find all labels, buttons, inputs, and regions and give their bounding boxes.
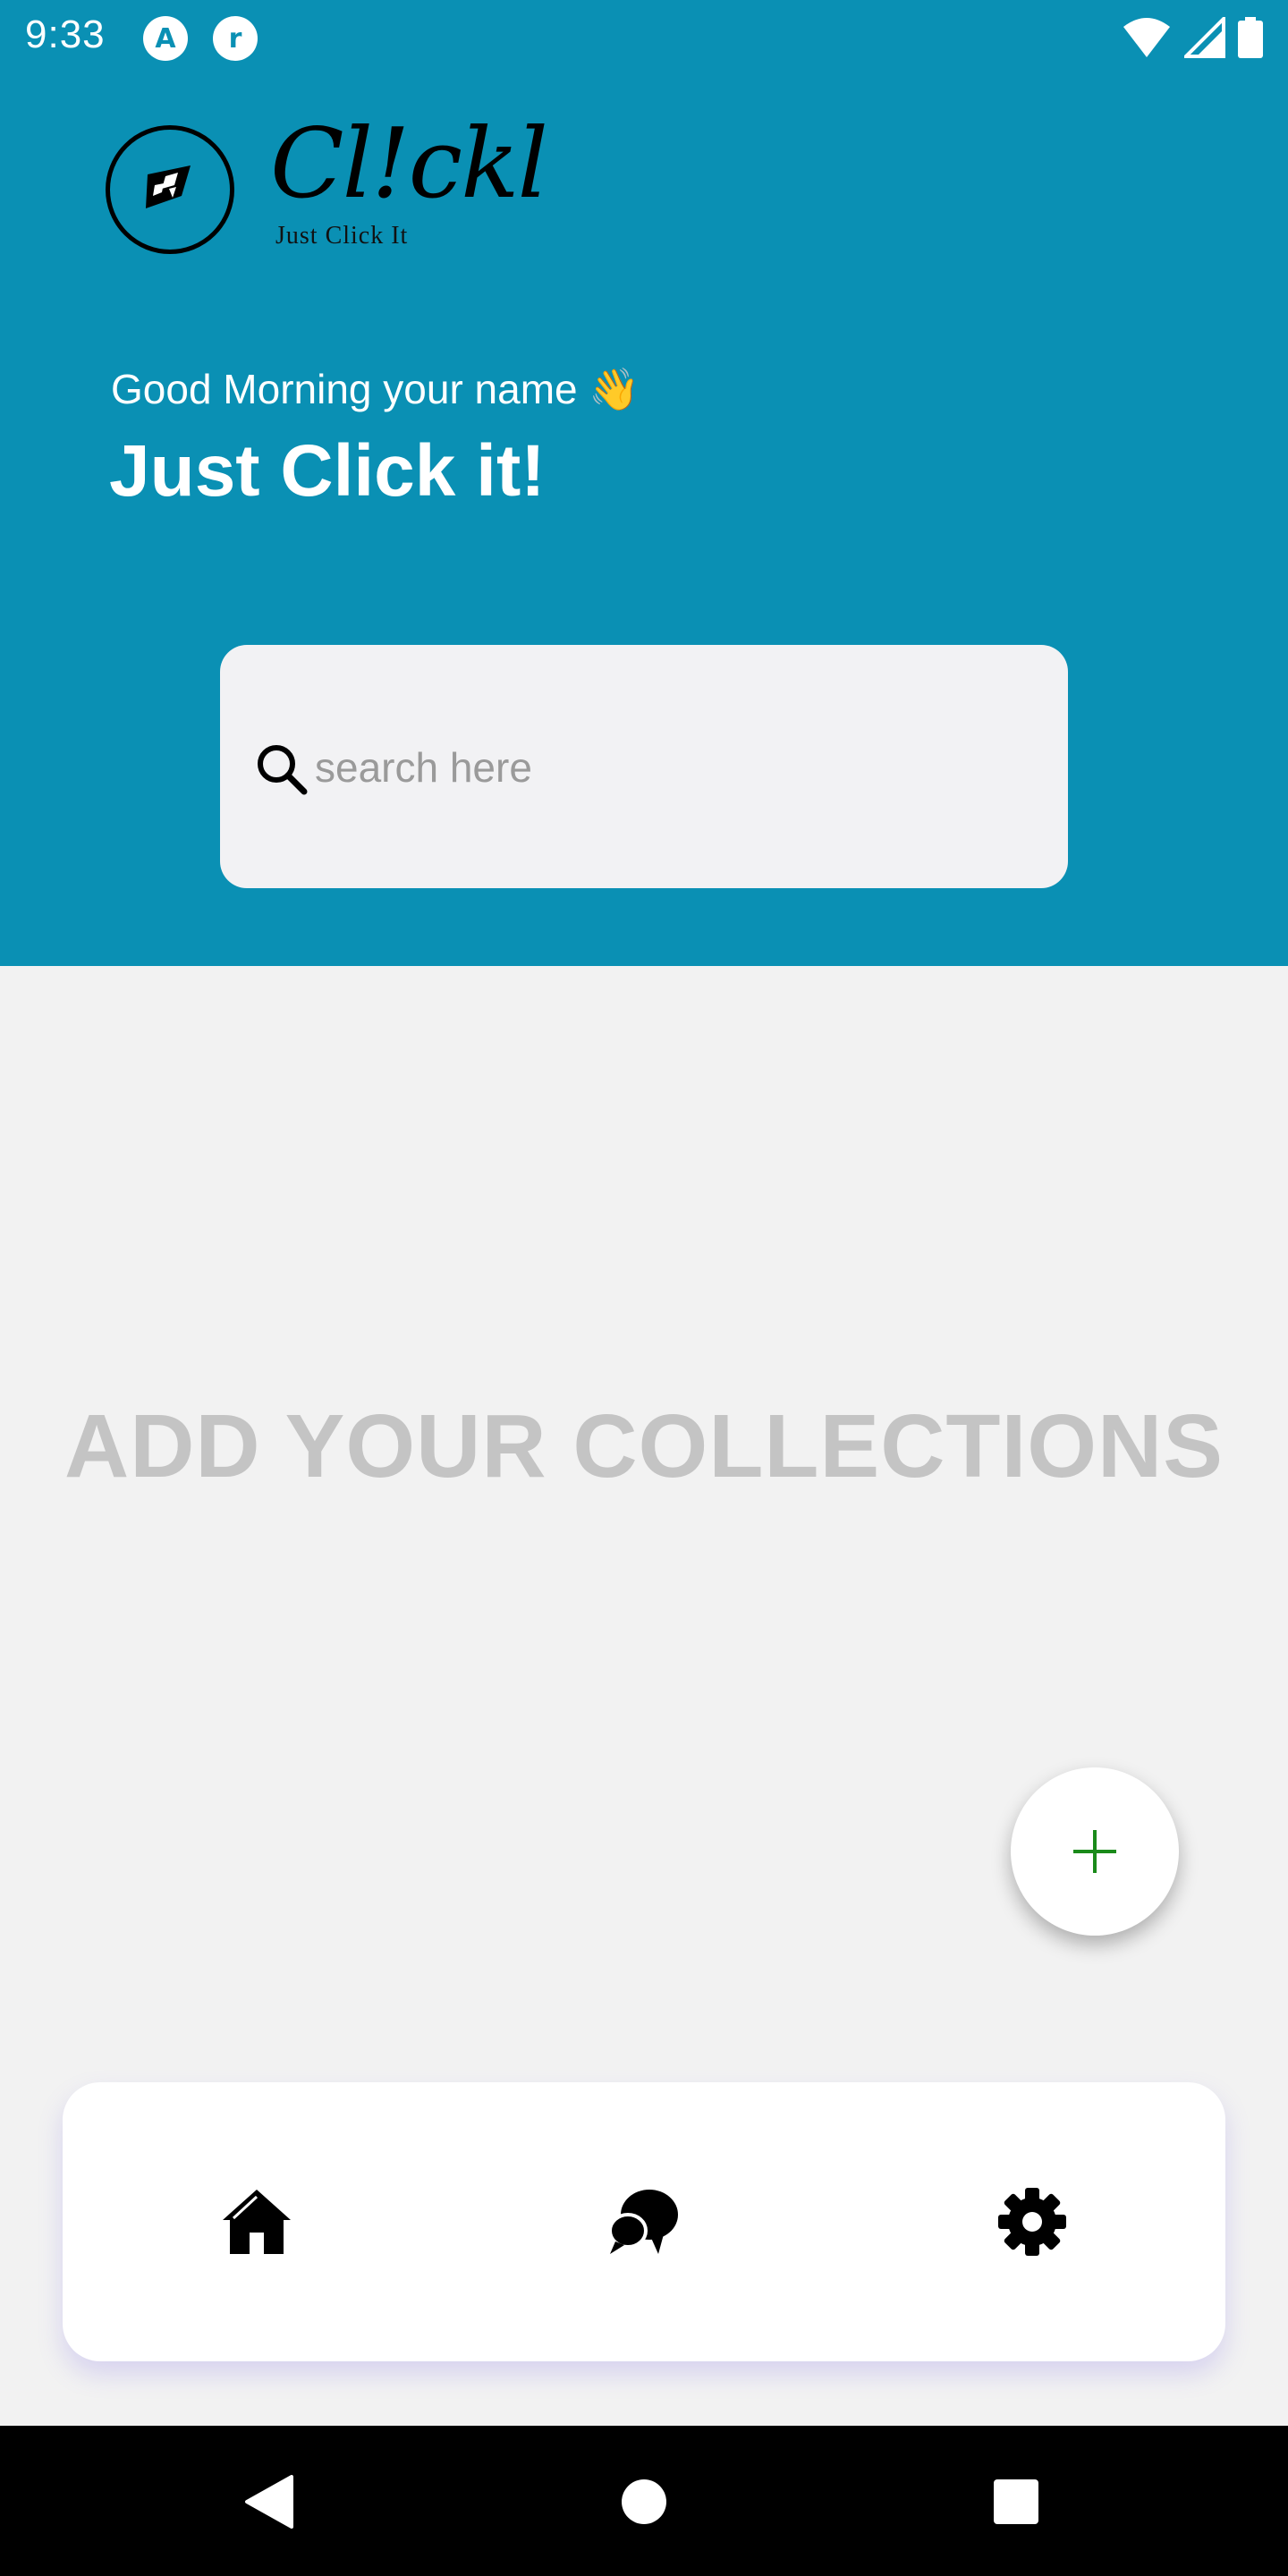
greeting-text: Good Morning your name 👋 [111, 366, 640, 412]
empty-state-message: ADD YOUR COLLECTIONS [64, 1396, 1224, 1496]
search-input[interactable] [313, 733, 1032, 802]
back-triangle-icon [245, 2475, 293, 2529]
home-icon [223, 2190, 291, 2254]
signal-icon [1184, 17, 1225, 58]
battery-icon [1238, 17, 1263, 58]
system-back-button[interactable] [237, 2470, 300, 2533]
notification-app-icon-2: r [213, 16, 258, 61]
status-bar: 9:33 A r [0, 0, 1288, 75]
add-collection-button[interactable] [1011, 1767, 1179, 1936]
page-title: Just Click it! [109, 430, 546, 512]
notification-app-icon: A [143, 16, 188, 61]
nav-chat[interactable] [601, 2179, 687, 2265]
system-home-button[interactable] [613, 2470, 675, 2533]
recents-square-icon [994, 2479, 1038, 2524]
home-circle-icon [622, 2479, 666, 2524]
search-icon [258, 745, 308, 795]
plus-icon [1073, 1830, 1116, 1873]
wifi-icon [1123, 18, 1170, 57]
app-screen: 9:33 A r Cl!ckl Just Click It Good Morni… [0, 0, 1288, 2576]
header: 9:33 A r Cl!ckl Just Click It Good Morni… [0, 0, 1288, 966]
bottom-navigation [63, 2082, 1225, 2361]
status-icons [1122, 16, 1263, 59]
status-time: 9:33 [25, 13, 106, 56]
gear-icon [998, 2188, 1066, 2256]
brand-logo-icon [106, 125, 234, 254]
search-bar[interactable] [220, 645, 1068, 888]
chat-icon [608, 2190, 678, 2254]
brand-name: Cl!ckl [270, 108, 548, 220]
system-navigation-bar [0, 2426, 1288, 2576]
flag-icon [146, 165, 191, 208]
nav-settings[interactable] [989, 2179, 1075, 2265]
brand-tagline: Just Click It [275, 222, 409, 250]
nav-home[interactable] [214, 2179, 300, 2265]
system-recents-button[interactable] [985, 2470, 1047, 2533]
